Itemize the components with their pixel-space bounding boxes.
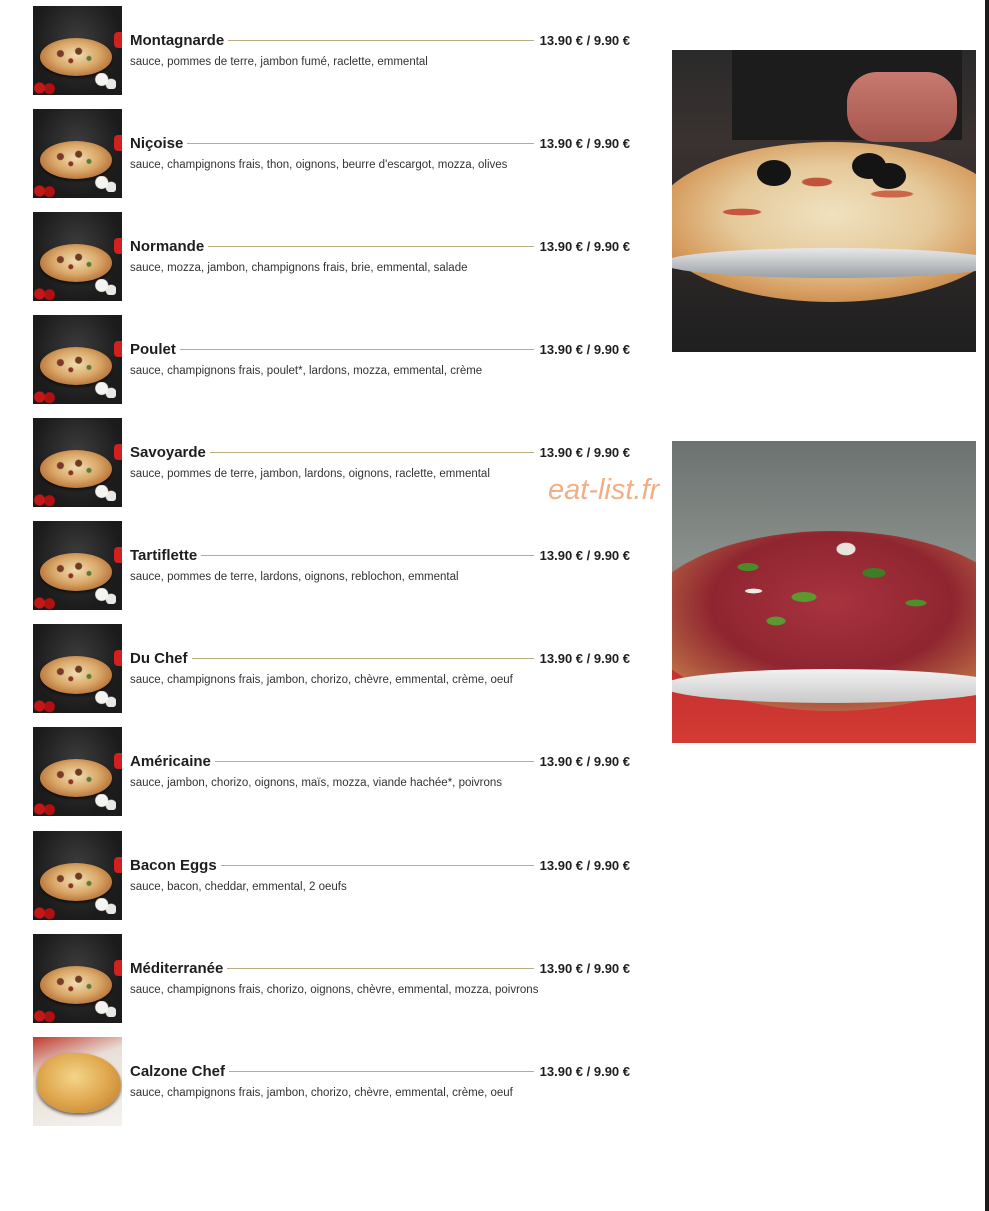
item-price: 13.90 € / 9.90 € — [539, 547, 630, 563]
item-price: 13.90 € / 9.90 € — [539, 960, 630, 976]
pizza-thumbnail — [33, 109, 122, 198]
menu-item-calzone-chef: Calzone Chef 13.90 € / 9.90 € sauce, cham… — [33, 1037, 633, 1127]
item-description: sauce, champignons frais, chorizo, oigno… — [130, 984, 539, 996]
item-price: 13.90 € / 9.90 € — [539, 238, 630, 254]
item-description: sauce, pommes de terre, jambon, lardons,… — [130, 468, 490, 480]
pizza-photo-olives — [672, 50, 976, 352]
leader-line — [179, 348, 534, 350]
leader-line — [220, 864, 534, 866]
item-description: sauce, champignons frais, thon, oignons,… — [130, 159, 508, 171]
item-description: sauce, champignons frais, jambon, choriz… — [130, 1087, 513, 1099]
item-name: Savoyarde — [130, 443, 206, 461]
item-description: sauce, champignons frais, poulet*, lardo… — [130, 365, 483, 377]
item-price: 13.90 € / 9.90 € — [539, 32, 630, 48]
item-price: 13.90 € / 9.90 € — [539, 753, 630, 769]
item-price: 13.90 € / 9.90 € — [539, 857, 630, 873]
pizza-thumbnail — [33, 934, 122, 1023]
item-price: 13.90 € / 9.90 € — [539, 444, 630, 460]
item-name: Du Chef — [130, 649, 188, 667]
menu-item-tartiflette: Tartiflette 13.90 € / 9.90 € sauce, pomme… — [33, 521, 633, 611]
item-description: sauce, jambon, chorizo, oignons, maïs, m… — [130, 777, 503, 789]
leader-line — [228, 39, 534, 41]
pizza-thumbnail — [33, 624, 122, 713]
item-name: Niçoise — [130, 134, 184, 152]
menu-item-nicoise: Niçoise 13.90 € / 9.90 € sauce, champigno… — [33, 109, 633, 199]
item-price: 13.90 € / 9.90 € — [539, 341, 630, 357]
item-price: 13.90 € / 9.90 € — [539, 1063, 630, 1079]
pizza-thumbnail — [33, 6, 122, 95]
item-name: Normande — [130, 237, 205, 255]
item-description: sauce, champignons frais, jambon, choriz… — [130, 674, 513, 686]
pizza-photo-arugula — [672, 441, 976, 743]
calzone-thumbnail — [33, 1037, 122, 1126]
menu-item-poulet: Poulet 13.90 € / 9.90 € sauce, champignon… — [33, 315, 633, 405]
item-description: sauce, pommes de terre, jambon fumé, rac… — [130, 56, 428, 68]
item-name: Bacon Eggs — [130, 856, 217, 874]
item-description: sauce, bacon, cheddar, emmental, 2 oeufs — [130, 881, 347, 893]
leader-line — [208, 245, 534, 247]
item-name: Montagnarde — [130, 31, 225, 49]
item-name: Calzone Chef — [130, 1062, 226, 1080]
leader-line — [187, 142, 534, 144]
leader-line — [209, 451, 534, 453]
watermark-text: eat-list.fr — [548, 474, 660, 506]
item-name: Poulet — [130, 340, 176, 358]
menu-item-savoyarde: Savoyarde 13.90 € / 9.90 € sauce, pommes … — [33, 418, 633, 508]
menu-item-bacon-eggs: Bacon Eggs 13.90 € / 9.90 € sauce, bacon,… — [33, 831, 633, 921]
menu-item-mediterranee: Méditerranée 13.90 € / 9.90 € sauce, cham… — [33, 934, 633, 1024]
item-price: 13.90 € / 9.90 € — [539, 135, 630, 151]
leader-line — [201, 554, 534, 556]
item-description: sauce, mozza, jambon, champignons frais,… — [130, 262, 468, 274]
item-name: Américaine — [130, 752, 211, 770]
leader-line — [191, 657, 534, 659]
item-name: Méditerranée — [130, 959, 224, 977]
page-right-border — [985, 0, 989, 1211]
leader-line — [229, 1070, 534, 1072]
pizza-thumbnail — [33, 521, 122, 610]
pizza-thumbnail — [33, 418, 122, 507]
leader-line — [227, 967, 534, 969]
item-name: Tartiflette — [130, 546, 198, 564]
menu-item-normande: Normande 13.90 € / 9.90 € sauce, mozza, j… — [33, 212, 633, 302]
menu-item-americaine: Américaine 13.90 € / 9.90 € sauce, jambon… — [33, 727, 633, 817]
menu-item-montagnarde: Montagnarde 13.90 € / 9.90 € sauce, pomme… — [33, 6, 633, 96]
pizza-thumbnail — [33, 212, 122, 301]
item-price: 13.90 € / 9.90 € — [539, 650, 630, 666]
pizza-thumbnail — [33, 727, 122, 816]
pizza-thumbnail — [33, 315, 122, 404]
item-description: sauce, pommes de terre, lardons, oignons… — [130, 571, 459, 583]
menu-item-du-chef: Du Chef 13.90 € / 9.90 € sauce, champigno… — [33, 624, 633, 714]
pizza-thumbnail — [33, 831, 122, 920]
leader-line — [214, 760, 534, 762]
